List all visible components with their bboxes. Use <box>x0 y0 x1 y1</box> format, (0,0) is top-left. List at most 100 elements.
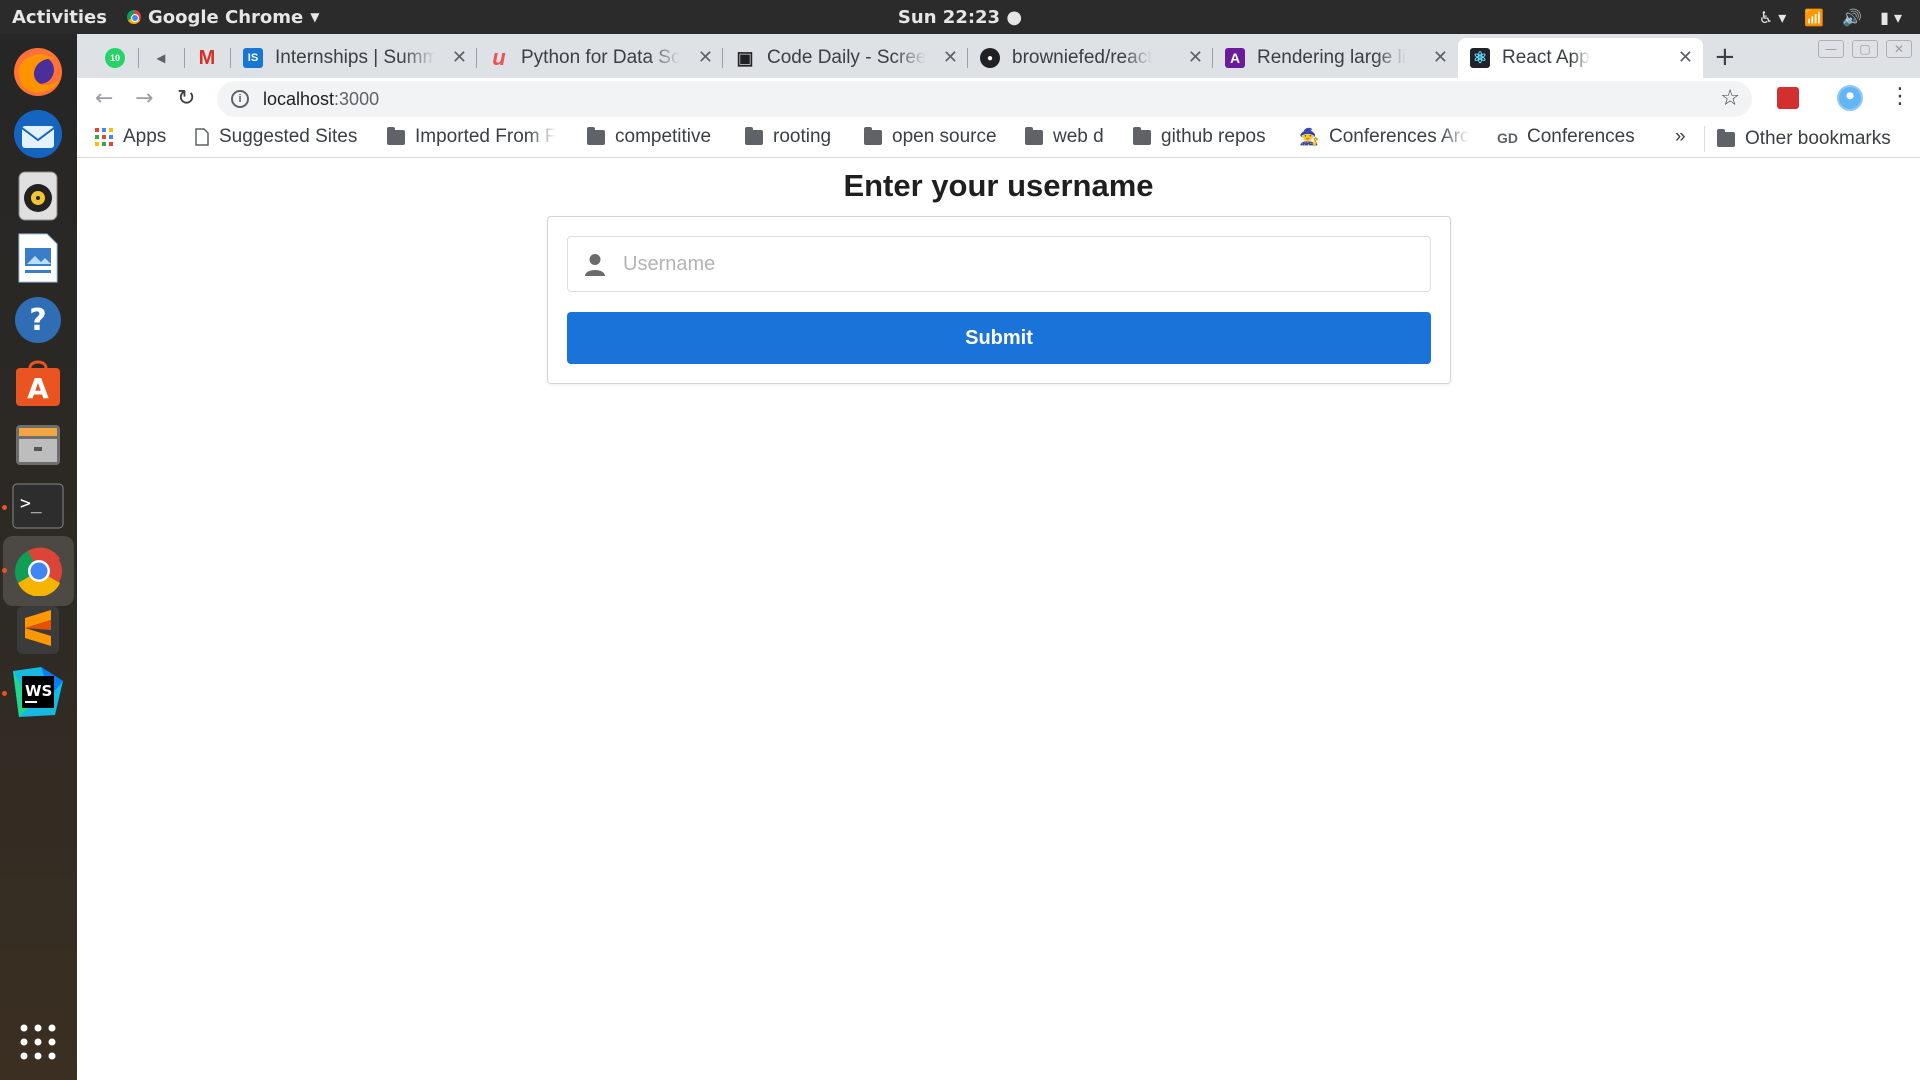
window-controls: — ▢ ✕ <box>1818 40 1912 58</box>
chevron-down-icon: ▼ <box>310 10 320 24</box>
tab-strip: 10 ◂ M IS Internships | Summ ✕ u Python … <box>77 34 1920 78</box>
libreoffice-writer-icon[interactable] <box>10 230 66 286</box>
folder-icon <box>587 126 605 145</box>
gnome-top-bar: Activities Google Chrome ▼ Sun 22:23 ● ♿… <box>0 0 1920 34</box>
close-tab-icon[interactable]: ✕ <box>1433 47 1448 68</box>
dock: ? A >_ WS <box>0 34 77 1080</box>
help-icon[interactable]: ? <box>10 292 66 348</box>
thunderbird-icon[interactable] <box>10 106 66 162</box>
tab-react-app[interactable]: ⚛ React App ✕ <box>1458 38 1703 78</box>
app-menu[interactable]: Google Chrome ▼ <box>126 6 320 28</box>
bookmark-label: open source <box>892 126 997 147</box>
bookmark-label: Conferences Arc <box>1329 126 1470 147</box>
forward-button[interactable]: → <box>135 86 153 111</box>
volume-icon[interactable]: 🔊 <box>1842 8 1862 27</box>
folder-icon <box>1025 126 1043 145</box>
folder-icon <box>1133 126 1151 145</box>
udemy-icon: u <box>492 45 506 70</box>
bookmark-apps[interactable]: Apps <box>95 126 166 148</box>
bookmark-conferences-arc[interactable]: 🧙 Conferences Arc <box>1299 126 1469 148</box>
chrome-menu-icon[interactable]: ⋮ <box>1889 84 1911 109</box>
system-tray[interactable]: ♿ ▾ 📶 🔊 ▮ ▾ <box>1759 8 1902 27</box>
tab-title: browniefed/react <box>1012 47 1153 68</box>
activities-button[interactable]: Activities <box>12 7 107 28</box>
close-window-button[interactable]: ✕ <box>1886 40 1912 58</box>
username-form-card: Submit <box>547 216 1451 384</box>
files-icon[interactable] <box>10 416 66 472</box>
tab-internships[interactable]: IS Internships | Summ ✕ <box>231 38 477 78</box>
webstorm-icon[interactable]: WS <box>2 664 66 720</box>
running-indicator <box>2 568 7 573</box>
folder-icon <box>864 126 882 145</box>
wifi-icon[interactable]: 📶 <box>1804 8 1824 27</box>
tab-github-browniefed[interactable]: ● browniefed/react ✕ <box>968 38 1213 78</box>
user-icon <box>585 254 605 276</box>
bookmark-open-source[interactable]: open source <box>864 126 997 148</box>
gmail-icon: M <box>198 46 216 69</box>
firefox-icon[interactable] <box>10 44 66 100</box>
rhythmbox-icon[interactable] <box>10 168 66 224</box>
bookmark-conferences[interactable]: GD Conferences <box>1497 126 1635 148</box>
tab-code-daily[interactable]: ▣ Code Daily - Scree ✕ <box>723 38 968 78</box>
svg-text:A: A <box>27 372 49 405</box>
sublime-text-icon[interactable] <box>10 602 66 658</box>
tab-gmail[interactable]: M <box>185 38 231 78</box>
close-tab-icon[interactable]: ✕ <box>452 47 467 68</box>
close-tab-icon[interactable]: ✕ <box>943 47 958 68</box>
tab-title: Rendering large li <box>1257 47 1406 68</box>
bookmark-imported-from[interactable]: Imported From F <box>387 126 556 148</box>
accessibility-icon[interactable]: ♿ ▾ <box>1759 8 1786 27</box>
terminal-icon[interactable]: >_ <box>2 478 66 534</box>
bookmark-github-repos[interactable]: github repos <box>1133 126 1266 148</box>
bookmark-label: rooting <box>773 126 832 147</box>
minimize-button[interactable]: — <box>1818 40 1844 58</box>
app-menu-label: Google Chrome <box>147 6 304 28</box>
bookmarks-overflow-button[interactable]: » <box>1675 126 1686 148</box>
reload-button[interactable]: ↻ <box>177 86 195 111</box>
maximize-button[interactable]: ▢ <box>1852 40 1878 58</box>
page-content: Enter your username Submit <box>77 158 1920 1080</box>
back-button[interactable]: ← <box>95 86 113 111</box>
new-tab-button[interactable]: + <box>1714 42 1736 72</box>
bookmarks-bar: Apps Suggested Sites Imported From F com… <box>77 120 1920 158</box>
close-tab-icon[interactable]: ✕ <box>1188 47 1203 68</box>
overflow-chevron-icon: » <box>1675 126 1686 147</box>
battery-icon[interactable]: ▮ ▾ <box>1880 8 1902 27</box>
tab-title: Python for Data Sc <box>521 47 681 68</box>
show-applications-icon[interactable] <box>10 1014 66 1070</box>
submit-button[interactable]: Submit <box>567 312 1431 364</box>
tab-python-data-science[interactable]: u Python for Data Sc ✕ <box>477 38 723 78</box>
bookmark-label: Other bookmarks <box>1745 128 1891 149</box>
bookmark-competitive[interactable]: competitive <box>587 126 711 148</box>
profile-avatar[interactable] <box>1837 85 1863 111</box>
bookmark-web-d[interactable]: web d <box>1025 126 1104 148</box>
apps-grid-icon <box>95 128 113 146</box>
page-icon <box>195 128 209 146</box>
tab-title: Code Daily - Scree <box>767 47 927 68</box>
close-tab-icon[interactable]: ✕ <box>698 47 713 68</box>
clock[interactable]: Sun 22:23 ● <box>898 7 1022 28</box>
username-input[interactable] <box>623 237 1413 291</box>
tab-whatsapp[interactable]: 10 <box>93 38 139 78</box>
chrome-icon[interactable] <box>2 536 74 606</box>
tab-title: Internships | Summ <box>275 47 435 68</box>
extension-icon[interactable] <box>1777 87 1799 109</box>
ubuntu-software-icon[interactable]: A <box>10 354 66 410</box>
bookmark-rooting[interactable]: rooting <box>745 126 831 148</box>
bookmark-other-bookmarks[interactable]: Other bookmarks <box>1704 126 1891 152</box>
code-daily-icon: ▣ <box>736 47 754 68</box>
bookmark-star-icon[interactable]: ☆ <box>1720 86 1740 111</box>
username-input-wrapper[interactable] <box>567 236 1431 292</box>
address-bar[interactable]: i localhost:3000 ☆ <box>217 81 1752 117</box>
site-info-icon[interactable]: i <box>231 90 249 108</box>
running-indicator <box>2 505 7 510</box>
page-title: Enter your username <box>843 168 1154 203</box>
url-text[interactable]: localhost:3000 <box>263 89 379 110</box>
link-icon: GD <box>1497 129 1518 146</box>
whatsapp-icon: 10 <box>105 48 125 68</box>
bookmark-suggested-sites[interactable]: Suggested Sites <box>195 126 357 148</box>
tab-rendering-large-lists[interactable]: A Rendering large li ✕ <box>1213 38 1458 78</box>
close-tab-icon[interactable]: ✕ <box>1678 47 1693 68</box>
bookmark-label: Apps <box>123 126 167 147</box>
tab-muted[interactable]: ◂ <box>139 38 185 78</box>
